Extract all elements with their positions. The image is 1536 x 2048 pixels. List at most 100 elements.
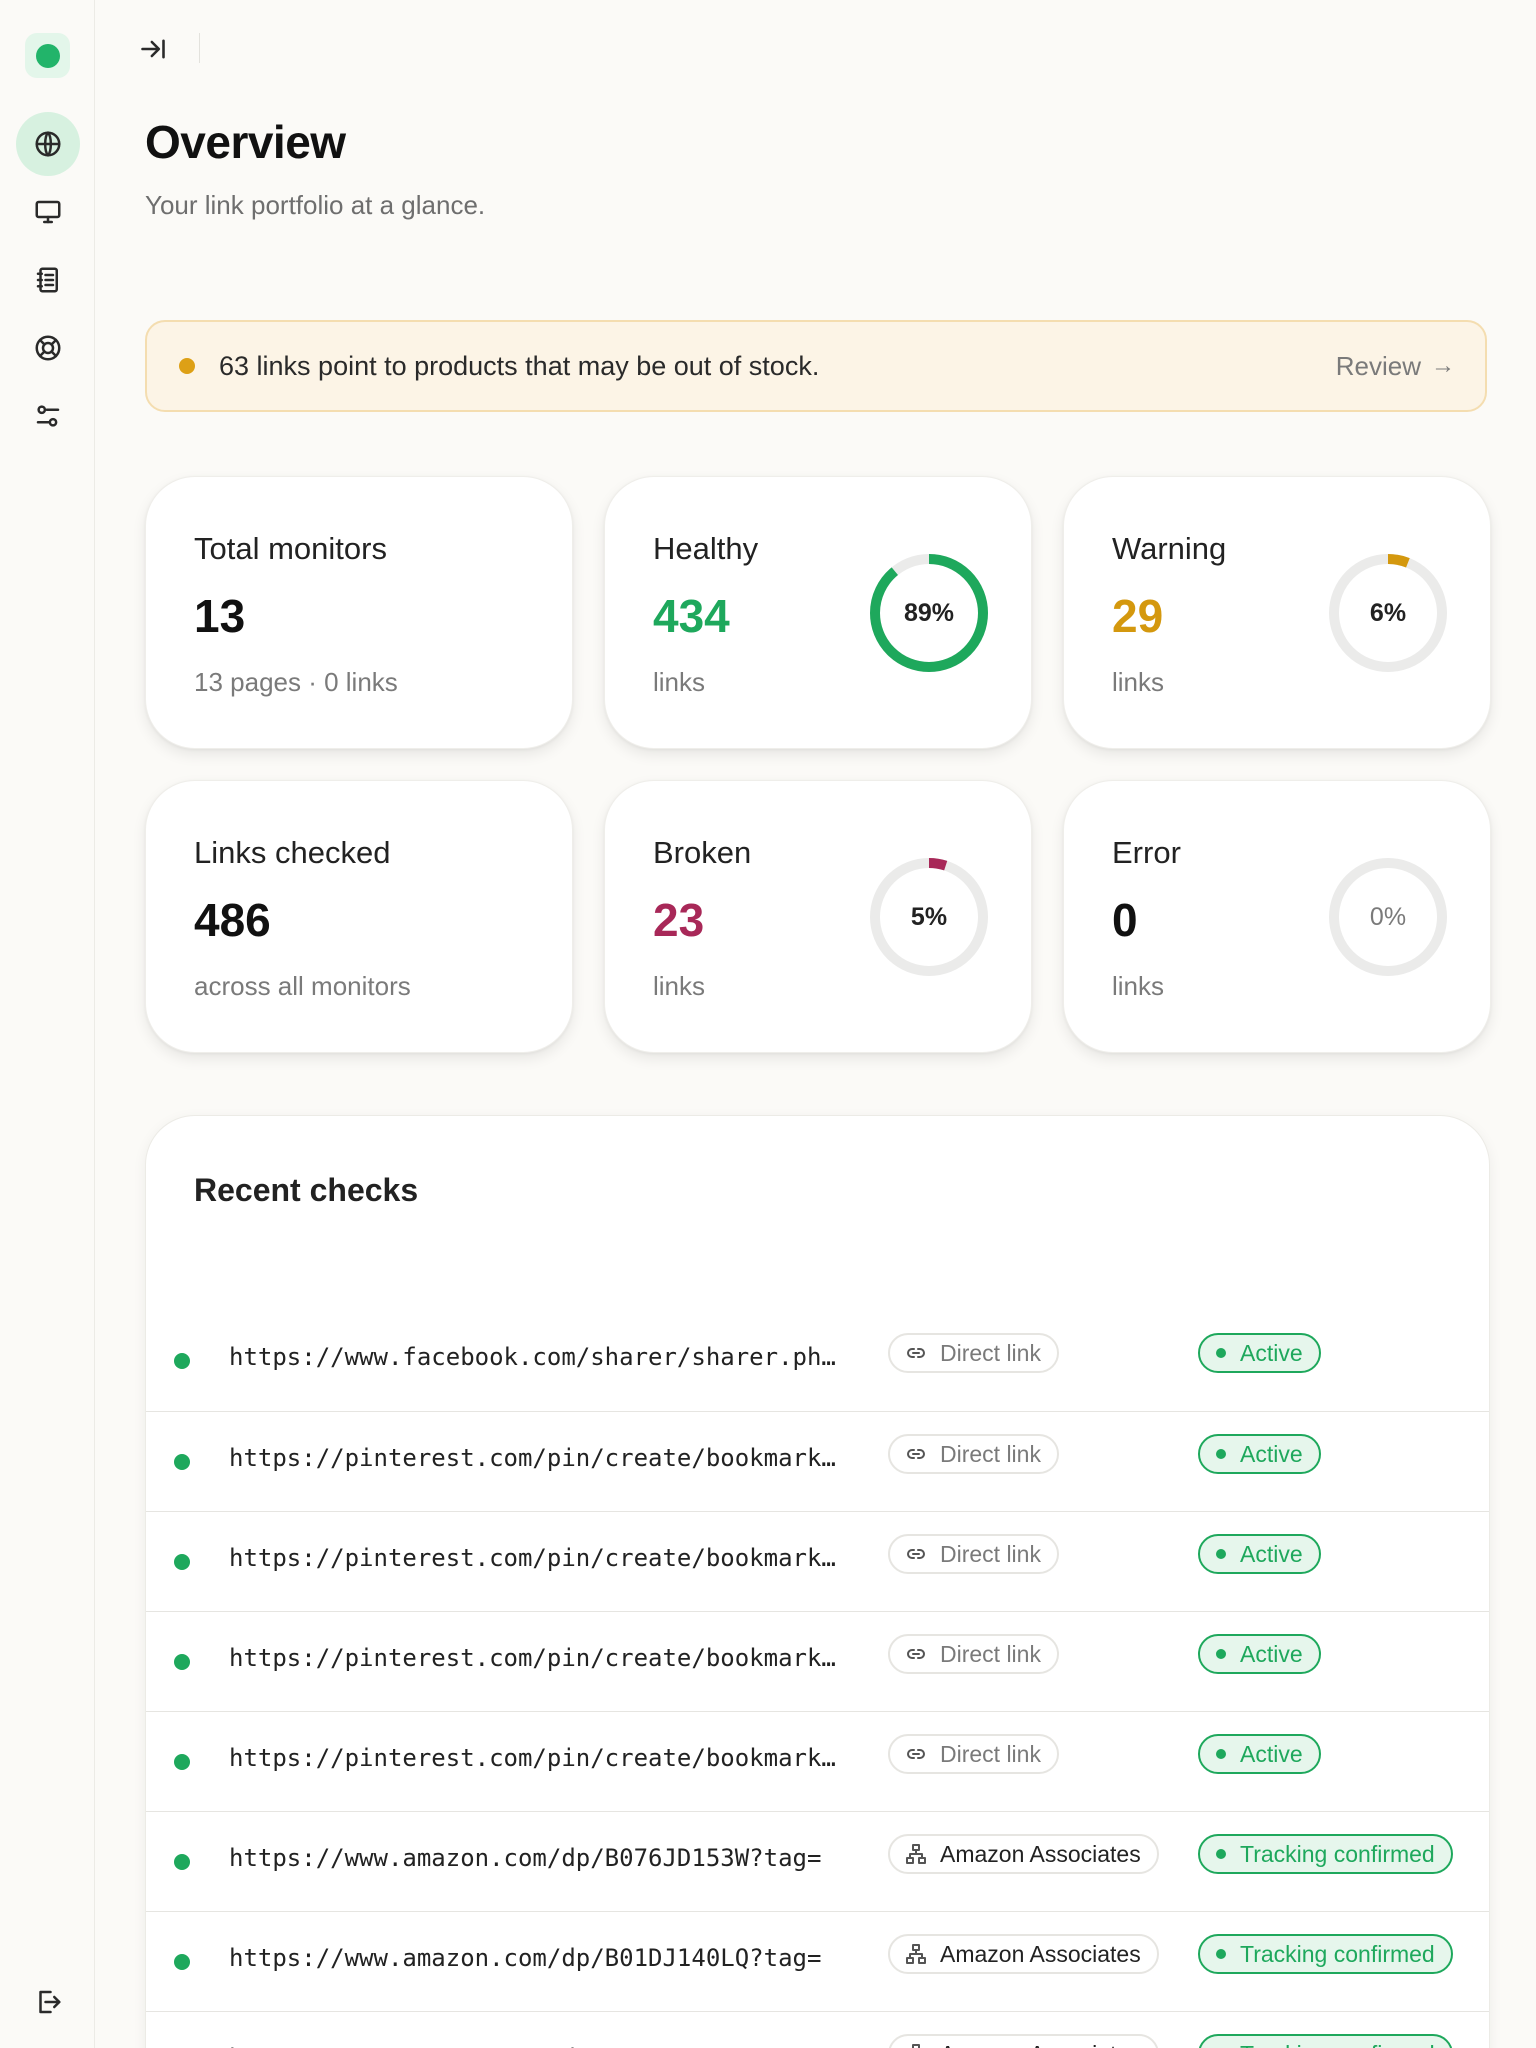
lifebuoy-icon xyxy=(35,335,61,361)
sidebar-item-reports[interactable] xyxy=(16,248,80,312)
stock-alert-banner: 63 links point to products that may be o… xyxy=(145,320,1487,412)
card-sub: links xyxy=(653,667,706,697)
status-dot xyxy=(1216,1348,1226,1358)
card-value: 13 xyxy=(194,590,246,642)
status-label: Active xyxy=(1240,1440,1303,1467)
table-row[interactable]: https://www.amazon.com/dp/B076JD153W?tag… xyxy=(146,1811,1489,1911)
status-dot xyxy=(1216,1449,1226,1459)
link-type-badge: Amazon Associates xyxy=(888,2034,1159,2048)
link-type-label: Amazon Associates xyxy=(940,1840,1141,1867)
table-row[interactable]: https://pinterest.com/pin/create/bookmar… xyxy=(146,1711,1489,1811)
logout-button[interactable] xyxy=(28,1982,68,2022)
app-logo[interactable] xyxy=(25,33,70,78)
link-type-badge: Direct link xyxy=(888,1634,1059,1674)
card-label: Healthy xyxy=(653,531,759,566)
sidebar-item-settings[interactable] xyxy=(16,384,80,448)
network-icon xyxy=(906,1944,926,1964)
row-url[interactable]: https://www.facebook.com/sharer/sharer.p… xyxy=(229,1343,839,1371)
settings-sliders-icon xyxy=(36,405,60,427)
card-total-monitors: Total monitors 13 13 pages · 0 links xyxy=(145,476,573,749)
row-url[interactable]: https://pinterest.com/pin/create/bookmar… xyxy=(229,1544,839,1572)
table-row[interactable]: https://pinterest.com/pin/create/bookmar… xyxy=(146,1411,1489,1511)
card-broken: Broken 23 links 5% xyxy=(604,780,1032,1053)
sidebar-item-support[interactable] xyxy=(16,316,80,380)
warning-progress-ring: 6% xyxy=(1326,551,1450,675)
ring-percent: 89% xyxy=(903,598,955,627)
table-row[interactable]: https://www.amazon.com/dp/B01DJ140LQ?tag… xyxy=(146,1911,1489,2011)
row-status-dot xyxy=(174,1754,190,1770)
ring-percent: 5% xyxy=(910,902,948,931)
row-url[interactable]: https://pinterest.com/pin/create/bookmar… xyxy=(229,1744,839,1772)
status-badge: Tracking confirmed xyxy=(1198,1834,1453,1874)
row-url[interactable]: https://www.amazon.com/dp/B09F7TGV1H?tag… xyxy=(229,2044,839,2048)
link-icon xyxy=(907,1549,925,1559)
card-sub: links xyxy=(1112,971,1165,1001)
table-row[interactable]: https://www.facebook.com/sharer/sharer.p… xyxy=(146,1311,1489,1411)
sidebar-toggle-button[interactable] xyxy=(135,34,171,64)
error-progress-ring: 0% xyxy=(1326,855,1450,979)
card-sub: links xyxy=(1112,667,1165,697)
row-url[interactable]: https://pinterest.com/pin/create/bookmar… xyxy=(229,1444,839,1472)
link-type-badge: Amazon Associates xyxy=(888,1834,1159,1874)
row-status-dot xyxy=(174,1353,190,1369)
status-badge: Active xyxy=(1198,1534,1321,1574)
row-url[interactable]: https://pinterest.com/pin/create/bookmar… xyxy=(229,1644,839,1672)
card-value: 0 xyxy=(1112,894,1138,946)
card-label: Total monitors xyxy=(194,531,387,566)
card-sub: links xyxy=(653,971,706,1001)
status-badge: Active xyxy=(1198,1333,1321,1373)
globe-icon xyxy=(35,131,61,157)
report-icon xyxy=(36,267,58,293)
link-type-badge: Direct link xyxy=(888,1434,1059,1474)
row-status-dot xyxy=(174,1854,190,1870)
link-type-badge: Direct link xyxy=(888,1534,1059,1574)
link-type-label: Amazon Associates xyxy=(940,2041,1141,2048)
table-row[interactable]: https://pinterest.com/pin/create/bookmar… xyxy=(146,1511,1489,1611)
sidebar-item-overview[interactable] xyxy=(16,112,80,176)
recent-checks-list: https://www.facebook.com/sharer/sharer.p… xyxy=(146,1311,1489,2048)
status-label: Tracking confirmed xyxy=(1240,2041,1435,2048)
card-links-checked: Links checked 486 across all monitors xyxy=(145,780,573,1053)
card-sub: across all monitors xyxy=(194,971,411,1001)
ring-percent: 6% xyxy=(1369,598,1407,627)
sidebar xyxy=(0,0,95,2048)
status-dot xyxy=(1216,1749,1226,1759)
link-icon xyxy=(907,1649,925,1659)
card-value: 29 xyxy=(1112,590,1164,642)
card-label: Broken xyxy=(653,835,752,870)
card-sub: 13 pages · 0 links xyxy=(194,667,398,697)
row-url[interactable]: https://www.amazon.com/dp/B076JD153W?tag… xyxy=(229,1844,839,1872)
review-link[interactable]: Review → xyxy=(1336,351,1455,382)
card-warning: Warning 29 links 6% xyxy=(1063,476,1491,749)
logo-dot xyxy=(35,43,60,68)
card-value: 434 xyxy=(653,590,730,642)
table-row[interactable]: https://pinterest.com/pin/create/bookmar… xyxy=(146,1611,1489,1711)
link-type-label: Direct link xyxy=(940,1640,1041,1667)
card-healthy: Healthy 434 links 89% xyxy=(604,476,1032,749)
card-label: Links checked xyxy=(194,835,391,870)
link-type-label: Direct link xyxy=(940,1740,1041,1767)
status-label: Active xyxy=(1240,1640,1303,1667)
arrow-right-icon: → xyxy=(1431,352,1455,379)
status-label: Tracking confirmed xyxy=(1240,1840,1435,1867)
link-type-label: Amazon Associates xyxy=(940,1940,1141,1967)
network-icon xyxy=(912,2044,920,2048)
collapse-sidebar-icon xyxy=(141,39,165,59)
status-badge: Active xyxy=(1198,1634,1321,1674)
row-url[interactable]: https://www.amazon.com/dp/B01DJ140LQ?tag… xyxy=(229,1944,839,1972)
row-status-dot xyxy=(174,1654,190,1670)
ring-percent: 0% xyxy=(1369,902,1407,931)
row-status-dot xyxy=(174,1954,190,1970)
sidebar-item-monitors[interactable] xyxy=(16,180,80,244)
status-dot xyxy=(1216,1849,1226,1859)
table-row[interactable]: https://www.amazon.com/dp/B09F7TGV1H?tag… xyxy=(146,2011,1489,2048)
status-badge: Active xyxy=(1198,1434,1321,1474)
status-dot xyxy=(1216,1549,1226,1559)
page-title: Overview xyxy=(145,116,346,168)
status-badge: Active xyxy=(1198,1734,1321,1774)
recent-checks-title: Recent checks xyxy=(194,1172,419,1208)
status-label: Active xyxy=(1240,1540,1303,1567)
link-type-label: Direct link xyxy=(940,1540,1041,1567)
link-type-badge: Direct link xyxy=(888,1734,1059,1774)
monitor-icon xyxy=(35,200,61,224)
